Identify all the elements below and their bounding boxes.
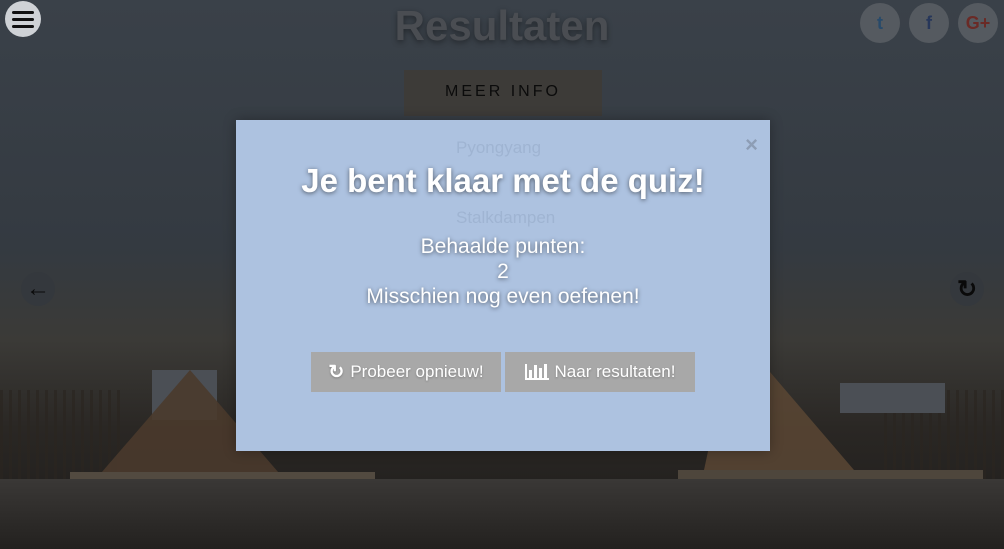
retry-button[interactable]: ↻ Probeer opnieuw! xyxy=(311,352,501,392)
modal-heading: Je bent klaar met de quiz! xyxy=(301,162,705,199)
background-label: Pyongyang xyxy=(456,138,542,157)
score-summary: Behaalde punten: 2 Misschien nog even oe… xyxy=(236,234,770,309)
background-label: Stalkdampen xyxy=(456,208,556,227)
google-plus-icon: G+ xyxy=(965,12,991,33)
road xyxy=(0,479,1004,549)
previous-button[interactable]: ← xyxy=(21,272,55,306)
results-label: Naar resultaten! xyxy=(554,362,676,381)
google-plus-share-button[interactable]: G+ xyxy=(958,3,998,43)
quiz-finished-modal: Pyongyang Stalkdampen × Je bent klaar me… xyxy=(236,120,770,451)
facebook-share-button[interactable]: f xyxy=(909,3,949,43)
refresh-icon: ↻ xyxy=(328,361,345,383)
twitter-icon: t xyxy=(877,12,883,33)
reload-button[interactable]: ↻ xyxy=(950,272,984,306)
results-button[interactable]: Naar resultaten! xyxy=(505,352,695,392)
close-icon[interactable]: × xyxy=(745,134,758,156)
building-right xyxy=(840,383,945,413)
retry-label: Probeer opnieuw! xyxy=(350,362,484,381)
twitter-share-button[interactable]: t xyxy=(860,3,900,43)
refresh-icon: ↻ xyxy=(956,275,978,303)
score-value: 2 xyxy=(497,260,509,283)
more-info-button[interactable]: MEER INFO xyxy=(404,70,602,116)
feedback-text: Misschien nog even oefenen! xyxy=(366,285,640,308)
page-title: Resultaten xyxy=(394,2,610,49)
arrow-left-icon: ← xyxy=(26,275,50,302)
score-label: Behaalde punten: xyxy=(420,235,586,258)
bar-chart-icon xyxy=(524,364,549,380)
facebook-icon: f xyxy=(926,12,932,33)
